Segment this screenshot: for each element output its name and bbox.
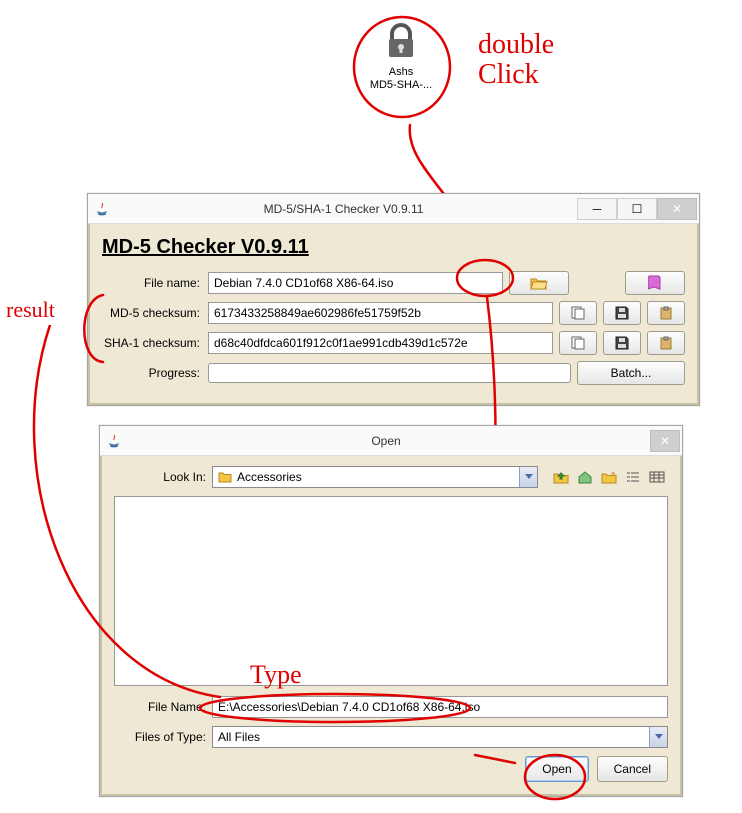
clipboard-icon	[659, 306, 673, 320]
copy-icon	[571, 306, 585, 320]
desktop-shortcut-label: Ashs MD5-SHA-...	[356, 66, 446, 92]
md5-label: MD-5 checksum:	[102, 306, 202, 320]
window-close-button[interactable]: ✕	[657, 198, 697, 220]
book-icon	[648, 275, 662, 291]
window-maximize-button[interactable]: ☐	[617, 198, 657, 220]
md5-paste-button[interactable]	[647, 301, 685, 325]
look-in-label: Look In:	[114, 470, 206, 484]
help-button[interactable]	[625, 271, 685, 295]
open-file-name-field[interactable]	[212, 696, 668, 718]
details-icon	[649, 470, 665, 484]
chevron-down-icon	[649, 727, 667, 747]
lock-icon	[381, 22, 421, 62]
look-in-combo[interactable]: Accessories	[212, 466, 538, 488]
list-icon	[625, 470, 641, 484]
clipboard-icon	[659, 336, 673, 350]
open-dialog-window: Open ✕ Look In: Accessories	[99, 425, 683, 797]
checker-title: MD-5/SHA-1 Checker V0.9.11	[116, 202, 571, 216]
desktop-shortcut[interactable]: Ashs MD5-SHA-...	[356, 22, 446, 92]
files-of-type-combo[interactable]: All Files	[212, 726, 668, 748]
save-icon	[615, 306, 629, 320]
file-list-area[interactable]	[114, 496, 668, 686]
open-dialog-close-button[interactable]: ✕	[650, 430, 680, 452]
cancel-button[interactable]: Cancel	[597, 756, 668, 782]
folder-new-icon	[601, 470, 617, 484]
java-icon	[106, 433, 122, 449]
batch-button-label: Batch...	[611, 366, 652, 380]
md5-copy-button[interactable]	[559, 301, 597, 325]
annotation-result-text: result	[6, 297, 55, 323]
batch-button[interactable]: Batch...	[577, 361, 685, 385]
progress-bar	[208, 363, 571, 383]
home-button[interactable]	[574, 466, 596, 488]
files-of-type-value: All Files	[218, 730, 260, 744]
folder-open-icon	[530, 276, 548, 290]
folder-icon	[218, 471, 232, 483]
sha1-label: SHA-1 checksum:	[102, 336, 202, 350]
look-in-value: Accessories	[237, 470, 302, 484]
details-view-button[interactable]	[646, 466, 668, 488]
folder-up-icon	[553, 470, 569, 484]
checker-window: MD-5/SHA-1 Checker V0.9.11 ─ ☐ ✕ MD-5 Ch…	[87, 193, 700, 406]
md5-field[interactable]	[208, 302, 553, 324]
sha1-field[interactable]	[208, 332, 553, 354]
open-dialog-titlebar[interactable]: Open ✕	[100, 426, 682, 456]
checker-heading: MD-5 Checker V0.9.11	[102, 236, 685, 259]
chevron-down-icon	[519, 467, 537, 487]
copy-icon	[571, 336, 585, 350]
file-name-label: File name:	[102, 276, 202, 290]
md5-save-button[interactable]	[603, 301, 641, 325]
sha1-copy-button[interactable]	[559, 331, 597, 355]
up-one-level-button[interactable]	[550, 466, 572, 488]
files-of-type-label: Files of Type:	[114, 730, 206, 744]
java-icon	[94, 201, 110, 217]
sha1-save-button[interactable]	[603, 331, 641, 355]
list-view-button[interactable]	[622, 466, 644, 488]
open-file-name-label: File Name:	[114, 700, 206, 714]
window-minimize-button[interactable]: ─	[577, 198, 617, 220]
home-icon	[577, 470, 593, 484]
save-icon	[615, 336, 629, 350]
sha1-paste-button[interactable]	[647, 331, 685, 355]
open-button[interactable]: Open	[525, 756, 588, 782]
progress-label: Progress:	[102, 366, 202, 380]
file-name-field[interactable]	[208, 272, 503, 294]
new-folder-button[interactable]	[598, 466, 620, 488]
browse-button[interactable]	[509, 271, 569, 295]
open-dialog-title: Open	[128, 434, 644, 448]
checker-titlebar[interactable]: MD-5/SHA-1 Checker V0.9.11 ─ ☐ ✕	[88, 194, 699, 224]
annotation-double-click-text: double Click	[478, 30, 554, 90]
